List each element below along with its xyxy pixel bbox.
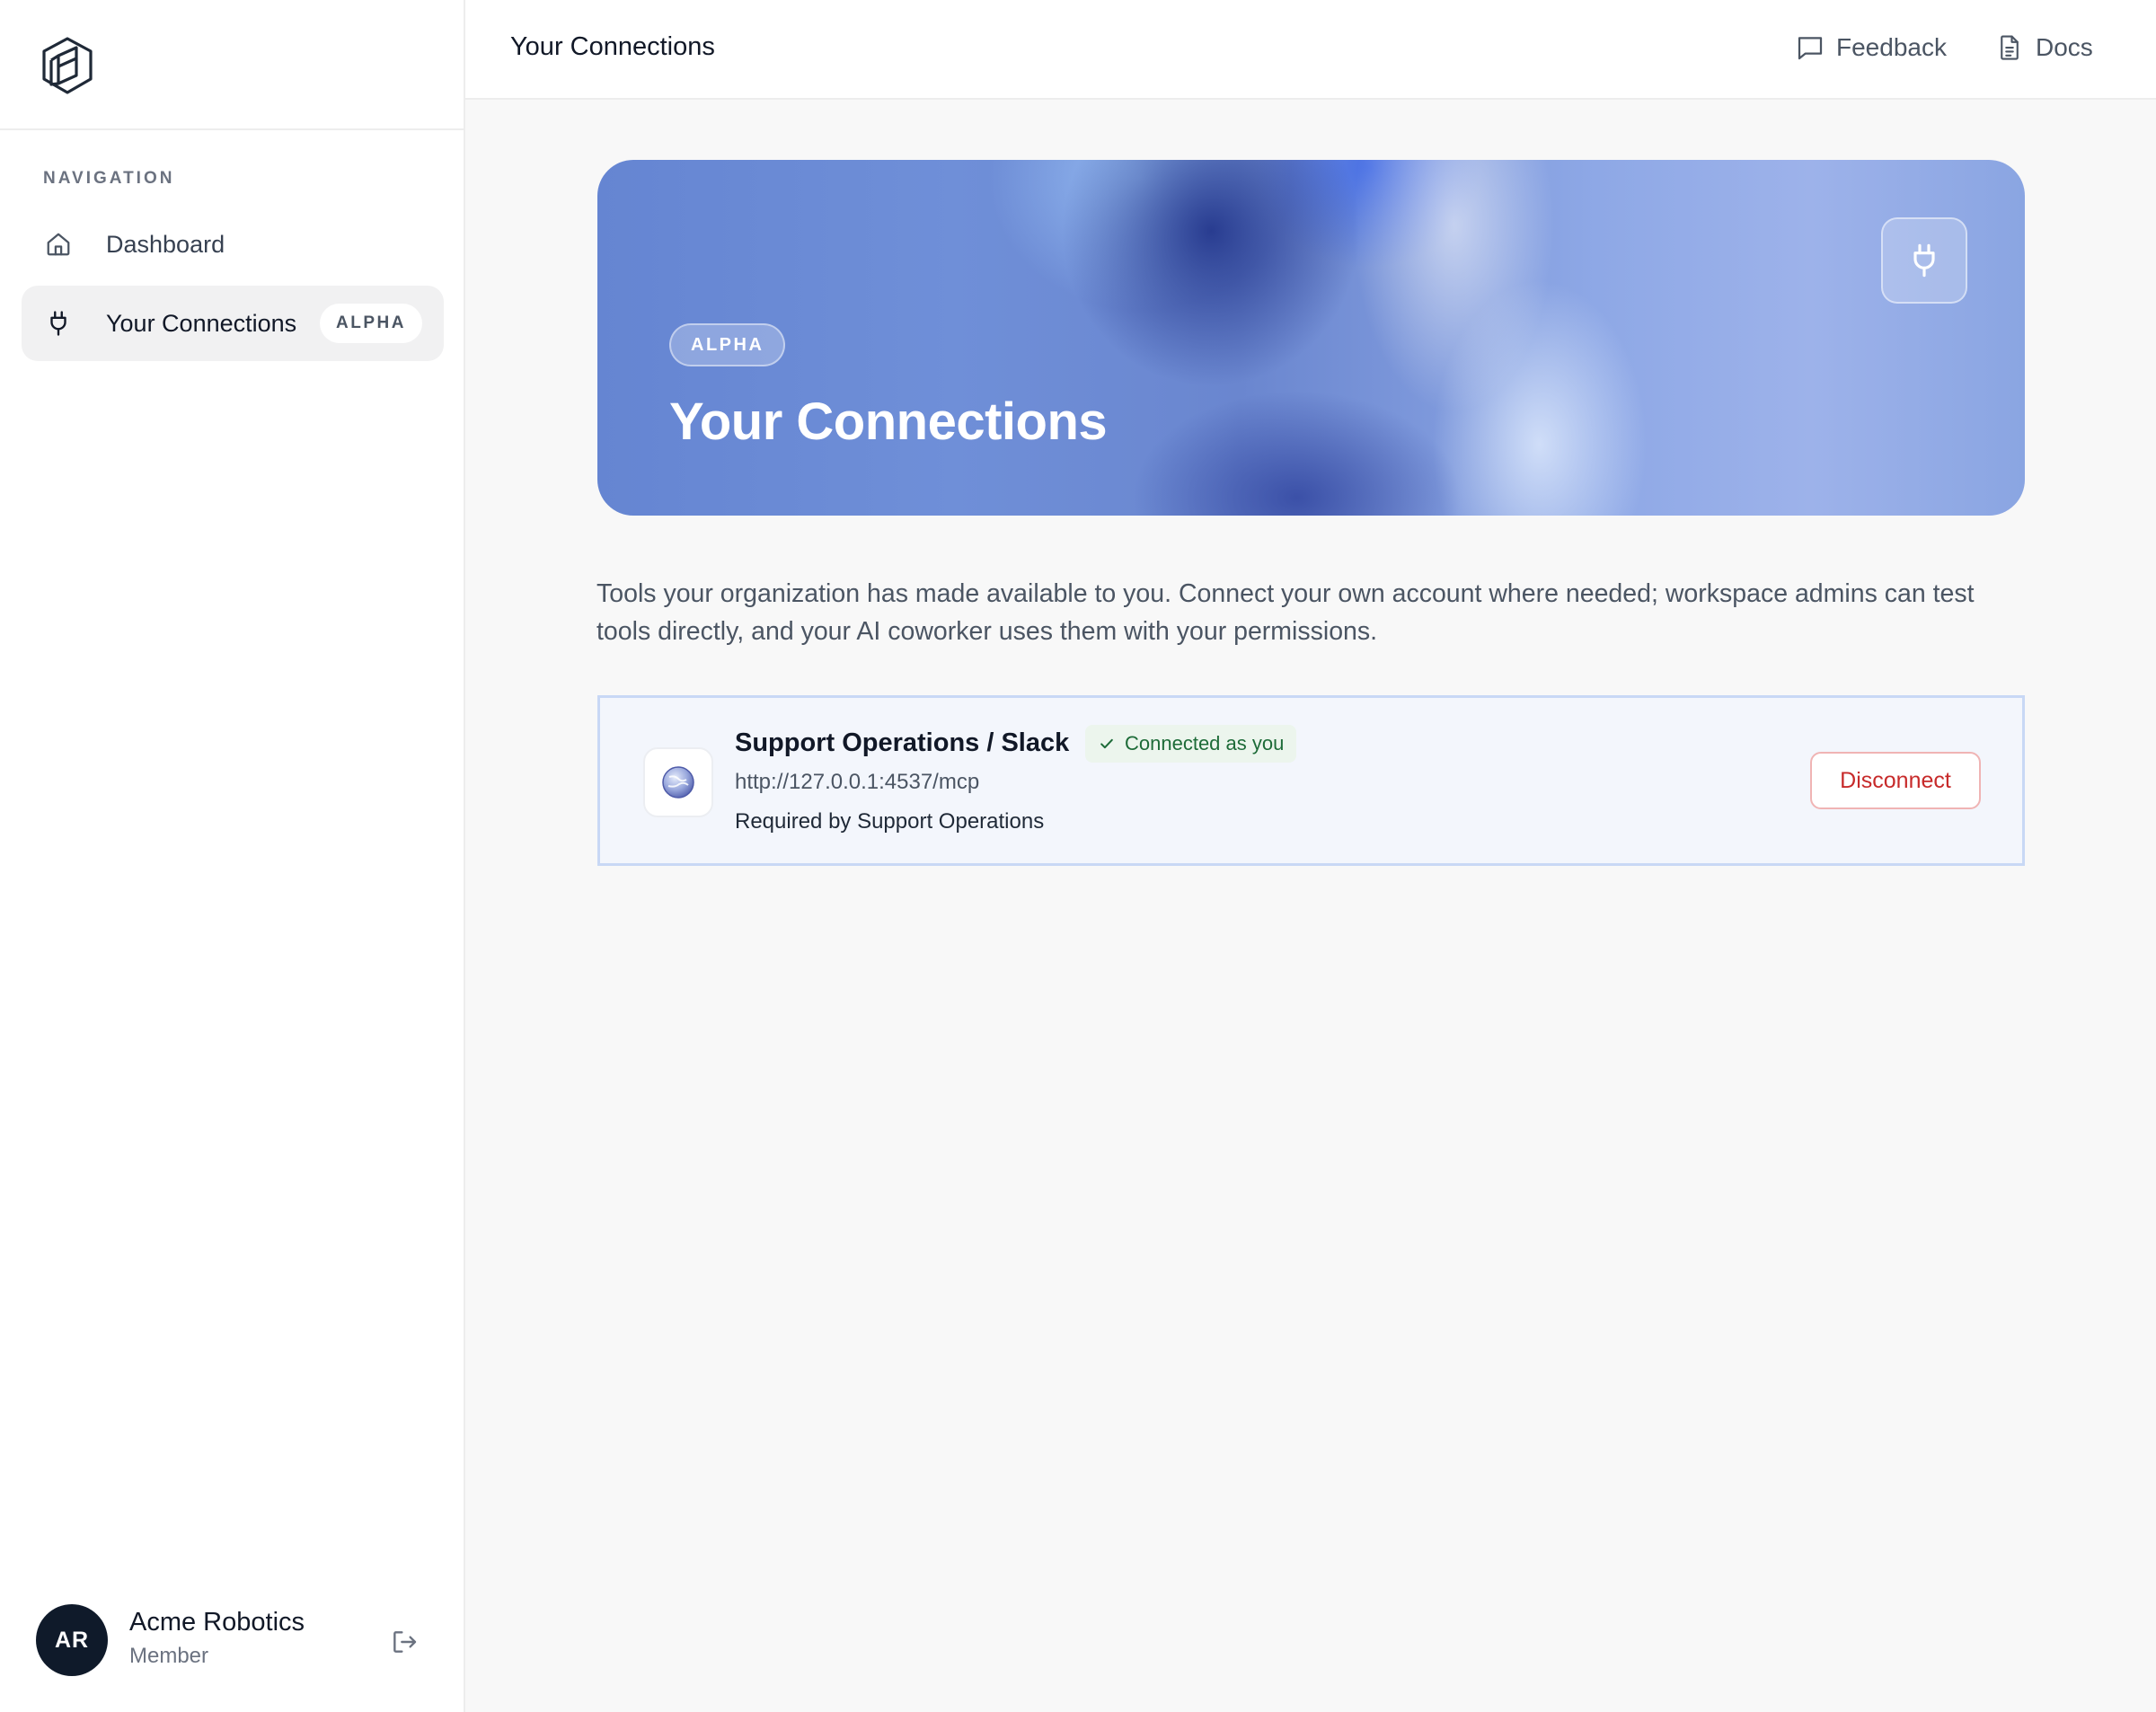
- hexagon-logo-icon[interactable]: [40, 36, 95, 95]
- status-badge: Connected as you: [1085, 725, 1297, 763]
- user-profile: AR Acme Robotics Member: [0, 1586, 464, 1712]
- intro-description: Tools your organization has made availab…: [596, 579, 1975, 646]
- hero-alpha-badge: ALPHA: [669, 323, 786, 366]
- sidebar-item-dashboard[interactable]: Dashboard: [22, 207, 444, 282]
- feedback-link[interactable]: Feedback: [1795, 32, 1947, 63]
- sidebar: NAVIGATION Dashboard Your Connections AL…: [0, 0, 465, 1712]
- sidebar-item-your-connections[interactable]: Your Connections ALPHA: [22, 286, 444, 361]
- docs-link[interactable]: Docs: [1994, 32, 2093, 63]
- check-icon: [1098, 735, 1116, 753]
- feedback-label: Feedback: [1836, 33, 1947, 61]
- status-text: Connected as you: [1125, 732, 1285, 755]
- globe-icon: [643, 747, 713, 817]
- hero-banner: ALPHA Your Connections: [597, 160, 2025, 516]
- user-name: Acme Robotics: [129, 1608, 305, 1637]
- sidebar-item-label: Your Connections: [106, 309, 297, 337]
- disconnect-button[interactable]: Disconnect: [1810, 752, 1981, 809]
- nav-heading: NAVIGATION: [43, 169, 175, 188]
- document-icon: [1994, 32, 2025, 63]
- home-icon: [43, 229, 74, 260]
- plug-icon: [1881, 217, 1967, 304]
- alpha-badge: ALPHA: [320, 304, 422, 343]
- connection-card: Support Operations / Slack Connected as …: [597, 695, 2025, 866]
- page-title: Your Connections: [510, 32, 715, 61]
- user-role: Member: [129, 1644, 209, 1668]
- connection-url: http://127.0.0.1:4537/mcp: [735, 770, 980, 794]
- message-square-icon: [1795, 32, 1825, 63]
- logo-area: [0, 0, 464, 130]
- connection-name: Support Operations / Slack: [735, 728, 1070, 757]
- hero-title: Your Connections: [669, 393, 1108, 451]
- plug-icon: [43, 308, 74, 339]
- top-bar: Your Connections Feedback Docs: [465, 0, 2156, 100]
- avatar[interactable]: AR: [36, 1604, 108, 1676]
- sidebar-item-label: Dashboard: [106, 230, 225, 258]
- connection-requirement: Required by Support Operations: [735, 809, 1045, 834]
- logout-icon[interactable]: [388, 1626, 420, 1658]
- docs-label: Docs: [2036, 33, 2093, 61]
